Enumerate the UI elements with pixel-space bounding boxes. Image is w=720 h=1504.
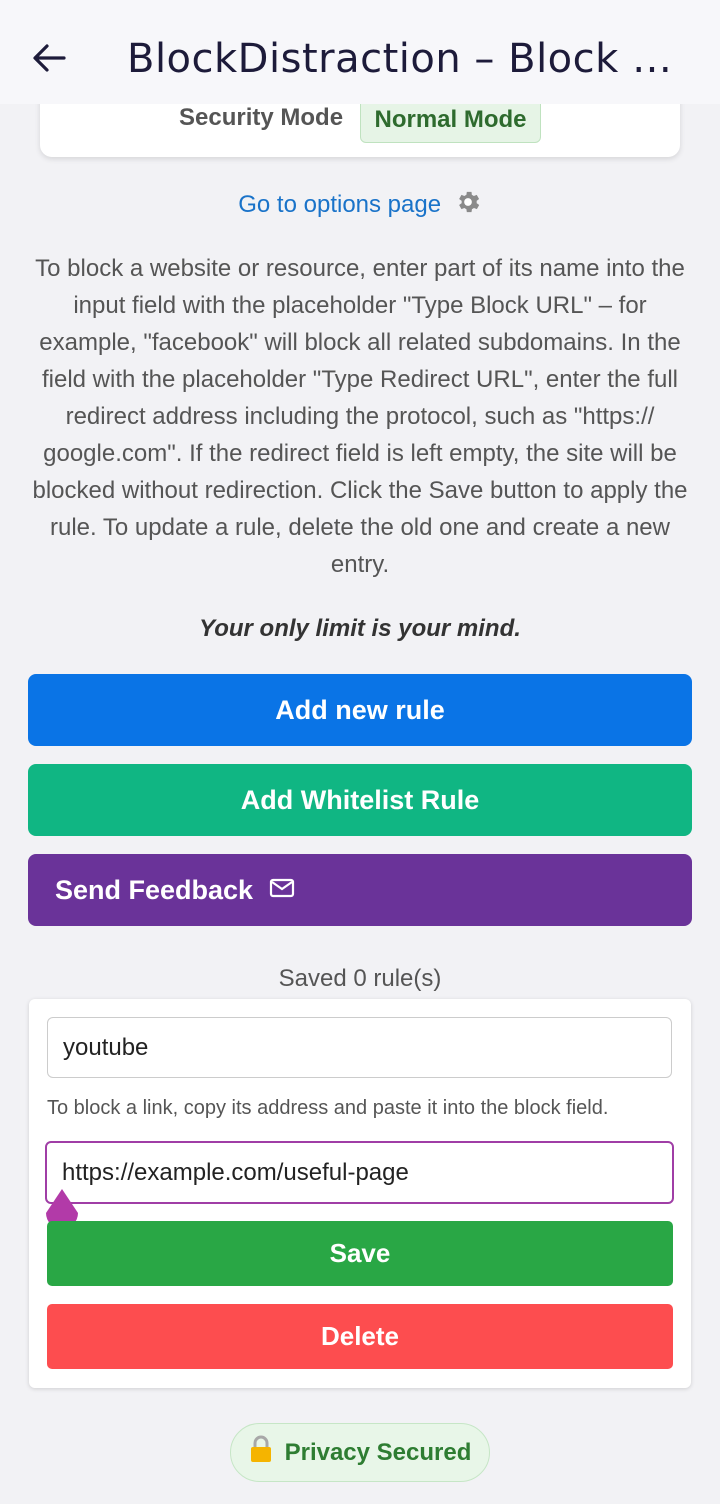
mail-icon [269,875,295,906]
back-button[interactable] [26,34,74,82]
instructions-text: To block a website or resource, enter pa… [32,255,688,578]
main-content: Security Mode Normal Mode Go to options … [0,0,720,1504]
gear-icon [454,188,482,223]
delete-button[interactable]: Delete [47,1304,673,1369]
add-whitelist-rule-button[interactable]: Add Whitelist Rule [28,764,692,836]
app-title: BlockDistraction – Block Sit… [127,36,697,82]
block-url-input[interactable]: youtube [47,1017,672,1078]
motto-text: Your only limit is your mind. [199,615,521,642]
redirect-url-input[interactable]: https://example.com/useful-page [45,1141,674,1204]
lock-icon [249,1435,273,1470]
saved-rules-count: Saved 0 rule(s) [278,965,442,992]
options-link-label: Go to options page [238,191,442,218]
save-button[interactable]: Save [47,1221,673,1286]
block-hint-text: To block a link, copy its address and pa… [47,1097,609,1119]
privacy-secured-badge: Privacy Secured [230,1423,490,1482]
privacy-label: Privacy Secured [284,1438,472,1466]
add-new-rule-button[interactable]: Add new rule [28,674,692,746]
app-bar: BlockDistraction – Block Sit… [0,0,720,104]
send-feedback-button[interactable]: Send Feedback [28,854,692,926]
arrow-left-icon [33,44,66,72]
send-feedback-label: Send Feedback [55,874,254,905]
security-mode-label: Security Mode [179,104,344,131]
options-page-link[interactable]: Go to options page [0,188,720,223]
